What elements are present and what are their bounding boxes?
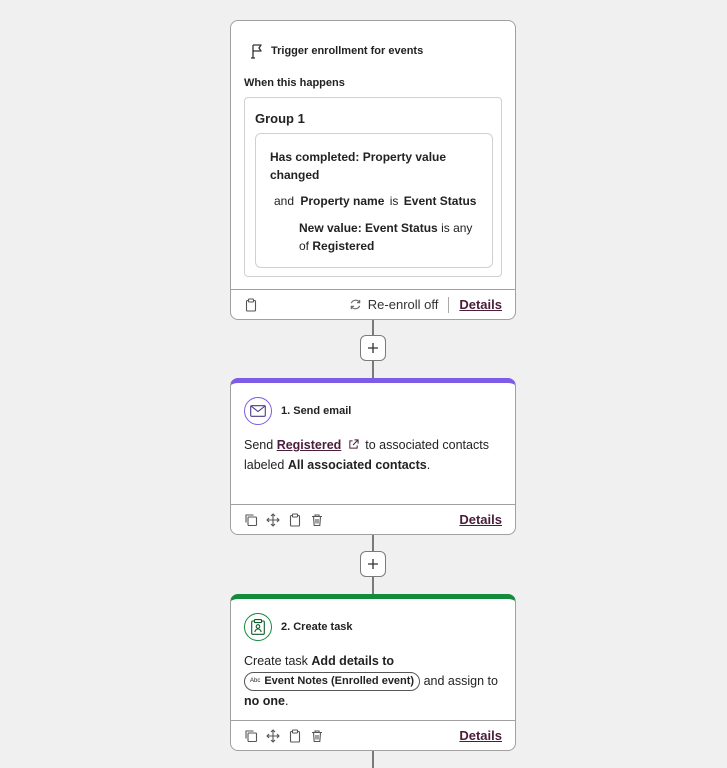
email-link[interactable]: Registered — [277, 438, 342, 452]
new-value-value: Registered — [312, 239, 375, 253]
property-filter: and Property name is Event Status — [274, 194, 476, 208]
details-link[interactable]: Details — [459, 512, 502, 527]
move-icon[interactable] — [266, 728, 280, 743]
condition-text: Has completed: Property value changed — [270, 150, 447, 182]
filter-group[interactable]: Group 1 Has completed: Property value ch… — [244, 97, 502, 277]
add-action-button[interactable] — [360, 335, 386, 361]
plus-icon — [367, 558, 379, 570]
add-action-button[interactable] — [360, 551, 386, 577]
details-link[interactable]: Details — [459, 728, 502, 743]
task-icon — [244, 613, 272, 641]
new-value-label: New value: Event Status — [299, 221, 438, 235]
send-email-card[interactable]: 1. Send email Send Registered to associa… — [230, 378, 516, 535]
step-footer: Details — [231, 504, 515, 534]
create-task-card[interactable]: 2. Create task Create task Add details t… — [230, 594, 516, 751]
step-title: 1. Send email — [281, 405, 352, 417]
label-value: All associated contacts — [287, 458, 427, 472]
trigger-title: Trigger enrollment for events — [271, 45, 424, 57]
reenroll-label: Re-enroll off — [367, 297, 439, 312]
step-footer: Details — [231, 720, 515, 750]
assign-text: and assign to — [423, 674, 498, 688]
clipboard-icon[interactable] — [244, 297, 258, 312]
token-label: Event Notes (Enrolled event) — [264, 675, 415, 688]
is-word: is — [389, 194, 399, 208]
send-word: Send — [244, 438, 274, 452]
trash-icon[interactable] — [310, 729, 324, 743]
trigger-header: Trigger enrollment for events — [249, 43, 423, 59]
clipboard-icon[interactable] — [288, 728, 302, 743]
new-value-filter: New value: Event Status is any of Regist… — [299, 219, 479, 255]
create-word: Create task — [244, 654, 308, 668]
when-label: When this happens — [244, 77, 345, 89]
trigger-card[interactable]: Trigger enrollment for events When this … — [230, 20, 516, 320]
clipboard-icon[interactable] — [288, 512, 302, 527]
property-name-value: Event Status — [403, 194, 477, 208]
filter-box[interactable]: Has completed: Property value changed an… — [255, 133, 493, 268]
details-link[interactable]: Details — [459, 297, 502, 312]
plus-icon — [367, 342, 379, 354]
connector-line — [372, 749, 374, 768]
task-name: Add details to — [311, 654, 395, 668]
step-title: 2. Create task — [281, 621, 353, 633]
property-name-label: Property name — [300, 194, 385, 208]
step-description: Create task Add details to Abc Event Not… — [244, 651, 506, 711]
property-token[interactable]: Abc Event Notes (Enrolled event) — [244, 672, 421, 692]
copy-icon[interactable] — [244, 729, 258, 743]
refresh-icon — [349, 298, 362, 311]
trash-icon[interactable] — [310, 513, 324, 527]
group-title: Group 1 — [255, 111, 305, 126]
flag-icon — [249, 43, 265, 59]
period: . — [284, 694, 289, 709]
envelope-icon — [244, 397, 272, 425]
copy-icon[interactable] — [244, 513, 258, 527]
abc-icon: Abc — [250, 678, 261, 685]
move-icon[interactable] — [266, 512, 280, 527]
trigger-footer: Re-enroll off Details — [231, 289, 515, 319]
period: . — [426, 458, 431, 472]
and-word: and — [274, 194, 295, 208]
step-description: Send Registered to associated contacts l… — [244, 435, 506, 475]
external-link-icon[interactable] — [348, 439, 359, 450]
assignee: no one — [244, 694, 285, 709]
reenroll-toggle[interactable]: Re-enroll off — [349, 296, 450, 313]
